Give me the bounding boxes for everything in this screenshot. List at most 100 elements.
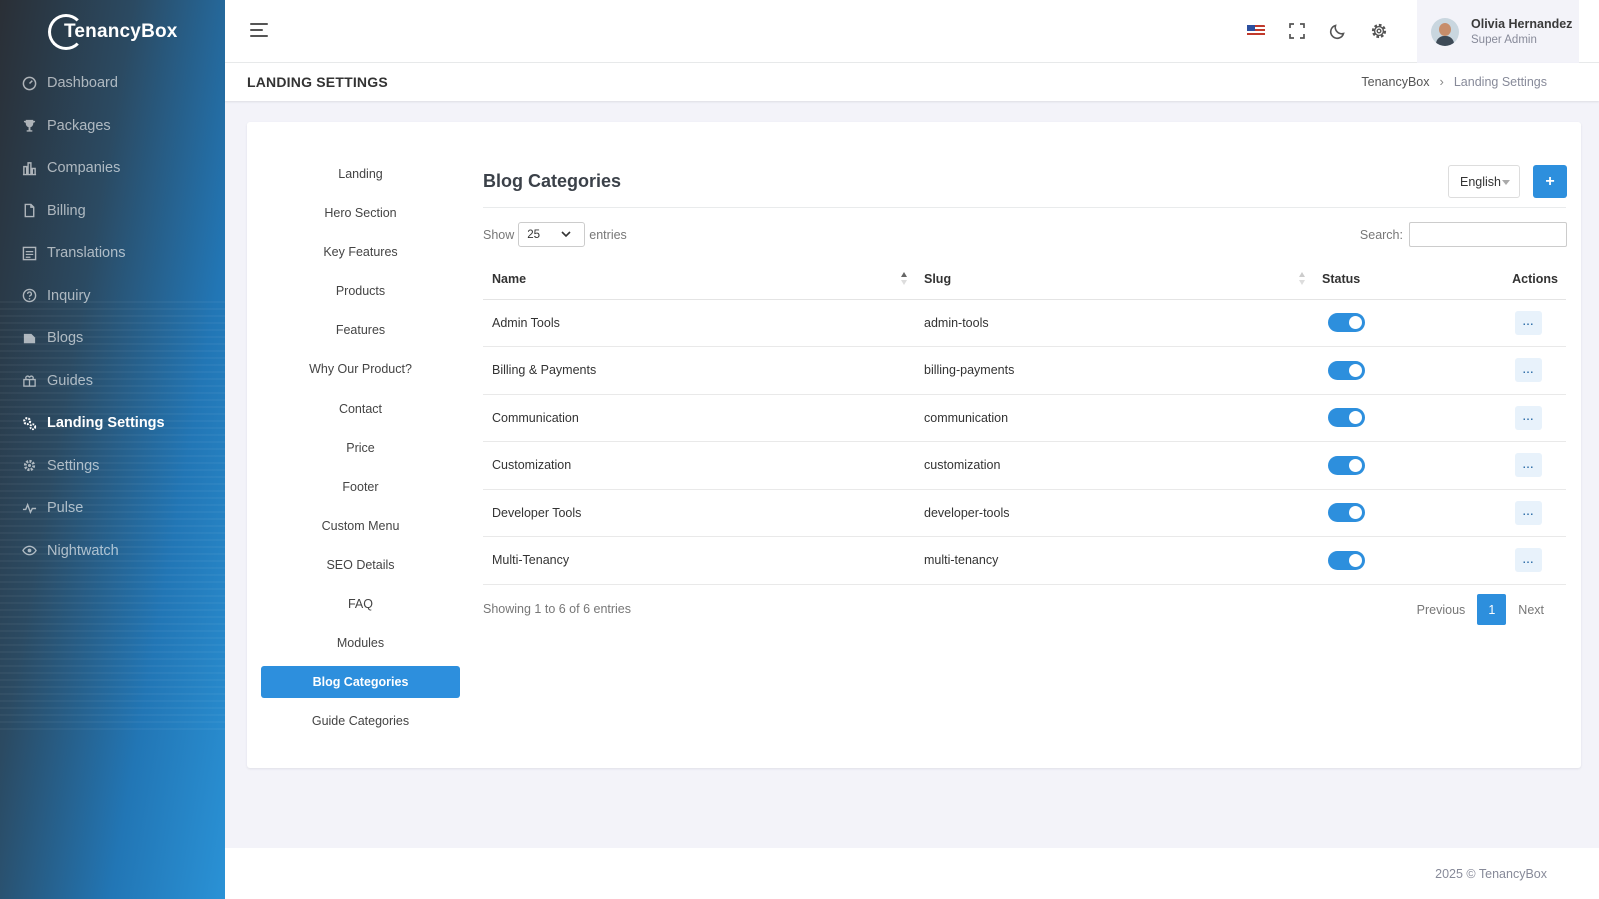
language-select[interactable]: English (1448, 165, 1520, 198)
submenu-item-why-our-product[interactable]: Why Our Product? (261, 353, 460, 385)
cell-status (1313, 394, 1458, 442)
submenu-item-contact[interactable]: Contact (261, 393, 460, 425)
sidebar-item-blogs[interactable]: Blogs (0, 317, 225, 360)
brand-name: TenancyBox (64, 21, 178, 42)
sidebar-item-translations[interactable]: Translations (0, 232, 225, 275)
pagination-page-1[interactable]: 1 (1477, 594, 1507, 625)
submenu-item-guide-categories[interactable]: Guide Categories (261, 705, 460, 737)
user-menu[interactable]: Olivia Hernandez Super Admin (1417, 0, 1579, 63)
dark-mode-button[interactable] (1327, 20, 1349, 42)
table-row: Developer Tools developer-tools ... (483, 489, 1566, 537)
row-actions-button[interactable]: ... (1515, 358, 1542, 383)
status-toggle[interactable] (1328, 455, 1365, 475)
sidebar-item-label: Companies (47, 160, 121, 177)
trophy-icon (23, 120, 36, 132)
sidebar-item-label: Pulse (47, 500, 84, 517)
entries-length-control: Show 25 entries (483, 222, 627, 247)
cell-status (1313, 346, 1458, 395)
sidebar-item-companies[interactable]: Companies (0, 147, 225, 190)
status-toggle[interactable] (1328, 503, 1365, 523)
sidebar-item-nightwatch[interactable]: Nightwatch (0, 530, 225, 573)
caret-down-icon (1502, 180, 1510, 185)
cell-name: Billing & Payments (483, 346, 915, 395)
table-search: Search: (1360, 222, 1567, 247)
submenu-item-products[interactable]: Products (261, 275, 460, 307)
submenu-item-custom-menu[interactable]: Custom Menu (261, 510, 460, 542)
submenu-item-blog-categories[interactable]: Blog Categories (261, 666, 460, 699)
sidebar-item-pulse[interactable]: Pulse (0, 487, 225, 530)
cell-actions: ... (1458, 346, 1566, 395)
submenu-item-hero-section[interactable]: Hero Section (261, 197, 460, 229)
table-row: Admin Tools admin-tools ... (483, 299, 1566, 347)
sidebar-item-label: Billing (47, 202, 86, 219)
submenu-item-key-features[interactable]: Key Features (261, 236, 460, 268)
sidebar: TenancyBox Dashboard Packages Companies … (0, 0, 225, 899)
column-header-name[interactable]: Name (483, 260, 915, 300)
status-toggle[interactable] (1328, 550, 1365, 570)
table-info: Showing 1 to 6 of 6 entries (483, 602, 632, 616)
blog-icon (23, 333, 36, 343)
settings-submenu: Landing Hero Section Key Features Produc… (261, 158, 460, 744)
entries-label: entries (589, 227, 627, 242)
table-row: Communication communication ... (483, 394, 1566, 442)
chevron-down-icon (561, 231, 571, 238)
sidebar-item-landing-settings[interactable]: Landing Settings (0, 402, 225, 445)
row-actions-button[interactable]: ... (1515, 310, 1542, 335)
row-actions-button[interactable]: ... (1515, 405, 1542, 430)
cell-actions: ... (1458, 489, 1566, 537)
sidebar-item-billing[interactable]: Billing (0, 190, 225, 233)
row-actions-button[interactable]: ... (1515, 500, 1542, 525)
submenu-item-price[interactable]: Price (261, 432, 460, 464)
language-flag-button[interactable] (1245, 20, 1267, 42)
column-label: Status (1322, 272, 1361, 287)
entries-per-page-select[interactable]: 25 (518, 222, 586, 247)
cell-slug: admin-tools (915, 299, 1313, 347)
submenu-item-modules[interactable]: Modules (261, 627, 460, 659)
table-header-row: Name Slug Status Actions (483, 260, 1566, 300)
submenu-item-faq[interactable]: FAQ (261, 588, 460, 620)
sidebar-item-label: Translations (47, 245, 126, 262)
sidebar-item-packages[interactable]: Packages (0, 105, 225, 148)
status-toggle[interactable] (1328, 360, 1365, 380)
submenu-item-footer[interactable]: Footer (261, 471, 460, 503)
column-header-slug[interactable]: Slug (915, 260, 1313, 300)
breadcrumb-current: Landing Settings (1453, 74, 1547, 89)
sidebar-item-guides[interactable]: Guides (0, 360, 225, 403)
breadcrumb: TenancyBox › Landing Settings (1361, 74, 1547, 89)
row-actions-button[interactable]: ... (1515, 453, 1542, 478)
cell-status (1313, 536, 1458, 585)
show-label: Show (483, 227, 515, 242)
us-flag-icon (1247, 25, 1265, 37)
cell-actions: ... (1458, 441, 1566, 490)
submenu-item-features[interactable]: Features (261, 314, 460, 346)
search-label: Search: (1359, 227, 1403, 242)
sidebar-menu: Dashboard Packages Companies Billing Tra… (0, 62, 225, 572)
sidebar-item-dashboard[interactable]: Dashboard (0, 62, 225, 105)
submenu-item-seo-details[interactable]: SEO Details (261, 549, 460, 581)
brand-logo[interactable]: TenancyBox (48, 12, 177, 52)
row-actions-button[interactable]: ... (1515, 548, 1542, 573)
pagination-previous[interactable]: Previous (1405, 603, 1478, 617)
breadcrumb-link-home[interactable]: TenancyBox (1361, 75, 1429, 89)
settings-card: Landing Hero Section Key Features Produc… (247, 122, 1581, 768)
status-toggle[interactable] (1328, 408, 1365, 428)
hamburger-menu-icon[interactable] (250, 23, 270, 39)
pagination-next[interactable]: Next (1506, 603, 1556, 617)
cell-name: Admin Tools (483, 299, 915, 347)
chevron-right-icon: › (1439, 74, 1444, 89)
translate-icon (22, 246, 37, 261)
sidebar-item-settings[interactable]: Settings (0, 445, 225, 488)
cell-name: Developer Tools (483, 489, 915, 537)
settings-button[interactable] (1368, 20, 1390, 42)
sidebar-item-inquiry[interactable]: Inquiry (0, 275, 225, 318)
question-icon (22, 288, 37, 303)
fullscreen-button[interactable] (1286, 20, 1308, 42)
cell-slug: customization (915, 441, 1313, 490)
status-toggle[interactable] (1328, 313, 1365, 333)
add-category-button[interactable]: + (1533, 165, 1567, 198)
search-input[interactable] (1409, 222, 1567, 247)
gear-icon (23, 460, 36, 472)
user-info: Olivia Hernandez Super Admin (1471, 17, 1572, 46)
submenu-item-landing[interactable]: Landing (261, 158, 460, 190)
pagination: Previous 1 Next (1405, 594, 1556, 625)
